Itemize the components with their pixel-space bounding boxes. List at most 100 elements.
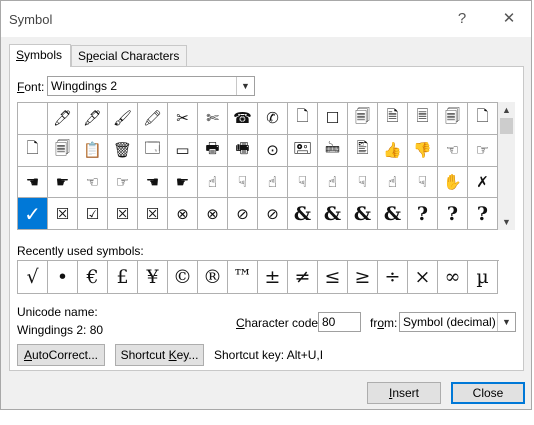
symbol-cell[interactable]: 🗋 <box>468 103 498 135</box>
autocorrect-button[interactable]: AutoCorrect... <box>17 344 105 366</box>
symbol-cell[interactable]: & <box>348 198 378 230</box>
recent-symbol-cell[interactable]: × <box>408 261 438 294</box>
symbol-cell[interactable]: 👍 <box>378 134 408 167</box>
symbol-cell[interactable] <box>18 103 48 135</box>
chevron-down-icon[interactable]: ▼ <box>497 313 515 331</box>
symbol-cell[interactable]: ✗ <box>468 166 498 199</box>
symbol-cell[interactable]: & <box>378 198 408 230</box>
close-button[interactable]: Close <box>451 382 525 404</box>
symbol-cell[interactable]: ☒ <box>108 198 138 230</box>
symbol-cell[interactable]: 🖋 <box>78 103 108 135</box>
symbol-cell[interactable]: 🗏 <box>408 103 438 135</box>
symbol-cell[interactable]: 🖌 <box>108 103 138 135</box>
symbol-cell[interactable]: ⊗ <box>168 198 198 230</box>
symbol-cell[interactable]: ☎ <box>228 103 258 135</box>
symbol-cell[interactable]: & <box>288 198 318 230</box>
tab-special-characters[interactable]: Special Characters <box>71 45 187 66</box>
recent-symbol-cell[interactable]: ¥ <box>138 261 168 294</box>
symbol-cell[interactable]: ☒ <box>138 198 168 230</box>
symbol-cell[interactable]: ? <box>438 198 468 230</box>
scroll-down-icon[interactable]: ▼ <box>498 214 515 230</box>
symbol-cell[interactable]: 👎 <box>408 134 438 167</box>
recent-symbol-cell[interactable]: µ <box>468 261 498 294</box>
symbol-cell[interactable]: 🖷 <box>228 134 258 167</box>
symbol-cell[interactable]: 🗋 <box>18 134 48 167</box>
symbol-cell[interactable]: ☟ <box>408 166 438 199</box>
recent-symbol-cell[interactable]: € <box>78 261 108 294</box>
symbol-cell[interactable]: ▭ <box>168 134 198 167</box>
recent-symbol-cell[interactable]: ≠ <box>288 261 318 294</box>
symbol-cell[interactable]: ☟ <box>288 166 318 199</box>
symbol-cell[interactable]: ✄ <box>198 103 228 135</box>
shortcut-key-button[interactable]: Shortcut Key... <box>115 344 204 366</box>
recent-symbol-cell[interactable]: © <box>168 261 198 294</box>
recent-symbol-cell[interactable]: • <box>48 261 78 294</box>
shortcut-key-pre: Shortcut <box>120 348 169 362</box>
symbol-cell[interactable]: 🗎 <box>378 103 408 135</box>
shortcut-key-text: Shortcut key: Alt+U,I <box>214 348 324 362</box>
scroll-thumb[interactable] <box>500 118 513 134</box>
recent-symbol-cell[interactable]: √ <box>18 261 48 294</box>
insert-button[interactable]: Insert <box>367 382 441 404</box>
symbol-cell[interactable]: ☞ <box>108 166 138 199</box>
symbol-cell[interactable]: ✓ <box>18 198 48 230</box>
tab-symbols-accel: S <box>16 48 25 62</box>
symbol-grid-scrollbar[interactable]: ▲ ▼ <box>498 102 515 230</box>
symbol-cell[interactable]: 🗋 <box>288 103 318 135</box>
symbol-cell[interactable]: ✋ <box>438 166 468 199</box>
symbol-cell[interactable]: 🗐 <box>438 103 468 135</box>
symbol-cell[interactable]: ☛ <box>48 166 78 199</box>
symbol-cell[interactable]: ☟ <box>348 166 378 199</box>
from-dropdown[interactable]: Symbol (decimal) ▼ <box>399 312 516 332</box>
symbol-cell[interactable]: ☒ <box>48 198 78 230</box>
symbol-cell[interactable]: ✂ <box>168 103 198 135</box>
recent-symbol-cell[interactable]: ™ <box>228 261 258 294</box>
symbol-cell[interactable]: ☝ <box>198 166 228 199</box>
recent-symbol-cell[interactable]: ∞ <box>438 261 468 294</box>
symbol-cell[interactable]: ✆ <box>258 103 288 135</box>
symbol-cell[interactable]: 🗑 <box>108 134 138 167</box>
chevron-down-icon[interactable]: ▼ <box>236 77 254 95</box>
symbol-cell[interactable]: ☚ <box>138 166 168 199</box>
symbol-cell[interactable]: ☝ <box>378 166 408 199</box>
symbol-cell[interactable]: ? <box>408 198 438 230</box>
recent-symbol-cell[interactable]: ® <box>198 261 228 294</box>
symbol-cell[interactable]: ☝ <box>258 166 288 199</box>
symbol-cell[interactable]: ⊘ <box>228 198 258 230</box>
symbol-cell[interactable]: 🗐 <box>48 134 78 167</box>
close-icon[interactable]: ✕ <box>498 9 520 29</box>
symbol-cell[interactable]: ☟ <box>228 166 258 199</box>
symbol-cell[interactable]: & <box>318 198 348 230</box>
recent-symbol-cell[interactable]: ± <box>258 261 288 294</box>
symbol-cell[interactable]: 🗐 <box>348 103 378 135</box>
symbol-cell[interactable]: 🖊 <box>48 103 78 135</box>
symbol-cell[interactable]: ☜ <box>438 134 468 167</box>
symbol-cell[interactable]: 🗔 <box>138 134 168 167</box>
symbol-cell[interactable]: ☑ <box>78 198 108 230</box>
symbol-cell[interactable]: ⊘ <box>258 198 288 230</box>
symbol-cell[interactable]: ? <box>468 198 498 230</box>
symbol-cell[interactable]: 🖺 <box>348 134 378 167</box>
recent-symbol-cell[interactable]: ÷ <box>378 261 408 294</box>
symbol-cell[interactable]: ☜ <box>78 166 108 199</box>
symbol-cell[interactable]: ⊙ <box>258 134 288 167</box>
symbol-cell[interactable]: ☚ <box>18 166 48 199</box>
help-button[interactable]: ? <box>451 9 473 29</box>
symbol-cell[interactable]: ☐ <box>318 103 348 135</box>
recent-symbol-cell[interactable]: ≤ <box>318 261 348 294</box>
scroll-up-icon[interactable]: ▲ <box>498 102 515 118</box>
symbol-cell[interactable]: 🖭 <box>288 134 318 167</box>
character-code-input[interactable]: 80 <box>318 312 361 332</box>
symbol-cell[interactable]: ☞ <box>468 134 498 167</box>
tab-symbols[interactable]: Symbols <box>9 44 71 67</box>
symbol-cell[interactable]: 🖍 <box>138 103 168 135</box>
symbol-cell[interactable]: ⊗ <box>198 198 228 230</box>
symbol-cell[interactable]: ☝ <box>318 166 348 199</box>
recent-symbol-cell[interactable]: £ <box>108 261 138 294</box>
symbol-cell[interactable]: 📋 <box>78 134 108 167</box>
symbol-cell[interactable]: 🖶 <box>198 134 228 167</box>
symbol-cell[interactable]: ☛ <box>168 166 198 199</box>
recent-symbol-cell[interactable]: ≥ <box>348 261 378 294</box>
symbol-cell[interactable]: 🖮 <box>318 134 348 167</box>
font-dropdown[interactable]: Wingdings 2 ▼ <box>47 76 255 96</box>
